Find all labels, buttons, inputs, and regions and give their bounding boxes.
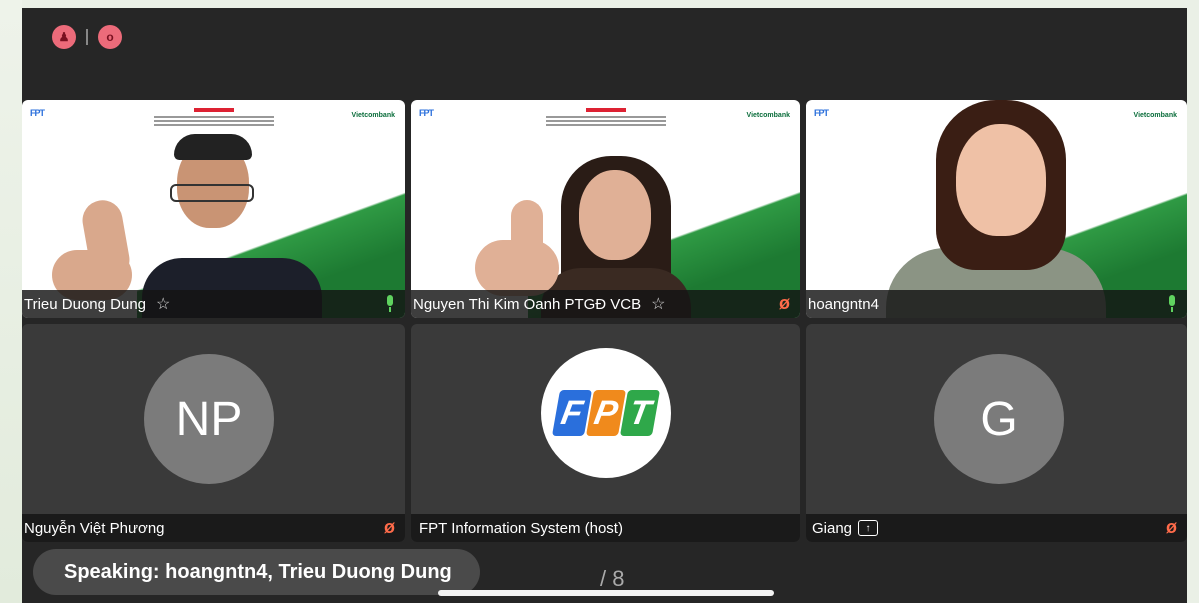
participant-name: Giang [812,519,853,537]
participant-name-bar: Nguyễn Việt Phương ø [22,514,405,542]
fpt-logo-icon: FPT [30,108,45,118]
fpt-logo-icon: FPT [814,108,829,118]
background-left [0,0,22,603]
screen-share-icon: ↑ [858,520,879,536]
vietcombank-logo-icon: Vietcombank [351,112,395,119]
avatar: NP [144,354,274,484]
record-badge-icon[interactable]: o [98,25,122,49]
top-toolbar: ♟ o [52,22,122,52]
participant-tile[interactable]: FPT Vietcombank Nguyen Thi Kim Oanh PTGĐ… [411,100,800,318]
participant-name: FPT Information System (host) [419,519,623,537]
home-indicator[interactable] [438,590,774,596]
pin-icon[interactable]: ☆ [651,294,665,314]
participant-name-bar: hoangntn4 [806,290,1187,318]
fpt-letter: T [619,390,661,436]
participant-tile[interactable]: F P T FPT Information System (host) [411,324,800,542]
page-indicator[interactable]: / 8 [600,566,624,592]
mic-on-icon [1167,295,1177,313]
participant-name: hoangntn4 [808,295,879,313]
avatar: G [934,354,1064,484]
participant-name: Nguyen Thi Kim Oanh PTGĐ VCB [413,295,642,313]
slide-title [153,108,274,128]
video-grid: FPT Vietcombank Trieu Duong Dung ☆ FPT V… [22,100,1187,542]
vietcombank-logo-icon: Vietcombank [1133,112,1177,119]
mic-muted-icon: ø [779,293,790,313]
vietcombank-logo-icon: Vietcombank [746,112,790,119]
participant-name: Nguyễn Việt Phương [24,519,165,537]
toolbar-divider [86,29,88,45]
participant-badge-icon[interactable]: ♟ [52,25,76,49]
participant-tile[interactable]: FPT Vietcombank hoangntn4 [806,100,1187,318]
speaking-indicator: Speaking: hoangntn4, Trieu Duong Dung [33,549,480,595]
participant-tile[interactable]: G Giang ↑ ø [806,324,1187,542]
meeting-window: ♟ o FPT Vietcombank Trieu Duong Dung ☆ F… [22,8,1187,603]
participant-name: Trieu Duong Dung [24,295,147,313]
participant-tile[interactable]: FPT Vietcombank Trieu Duong Dung ☆ [22,100,405,318]
fpt-logo-icon: FPT [419,108,434,118]
mic-muted-icon: ø [1166,517,1177,537]
speaking-text: Speaking: hoangntn4, Trieu Duong Dung [64,560,452,583]
participant-name-bar: Trieu Duong Dung ☆ [22,290,405,318]
fpt-logo-avatar: F P T [541,348,671,478]
slide-title [545,108,666,128]
mic-muted-icon: ø [384,517,395,537]
mic-on-icon [385,295,395,313]
participant-name-bar: FPT Information System (host) [411,514,800,542]
fpt-logo-icon: F P T [551,390,661,436]
pin-icon[interactable]: ☆ [156,294,170,314]
participant-name-bar: Nguyen Thi Kim Oanh PTGĐ VCB ☆ ø [411,290,800,318]
participant-tile[interactable]: NP Nguyễn Việt Phương ø [22,324,405,542]
participant-name-bar: Giang ↑ ø [806,514,1187,542]
